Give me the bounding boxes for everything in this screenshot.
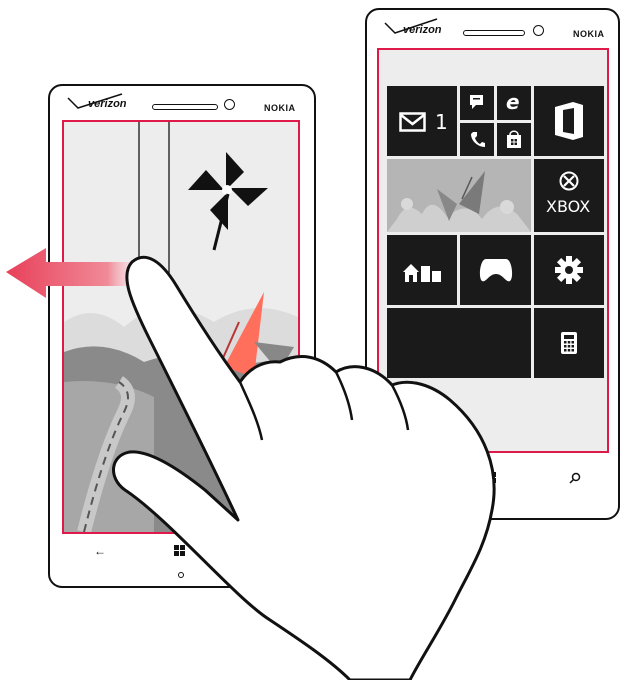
hand-illustration xyxy=(112,255,496,680)
